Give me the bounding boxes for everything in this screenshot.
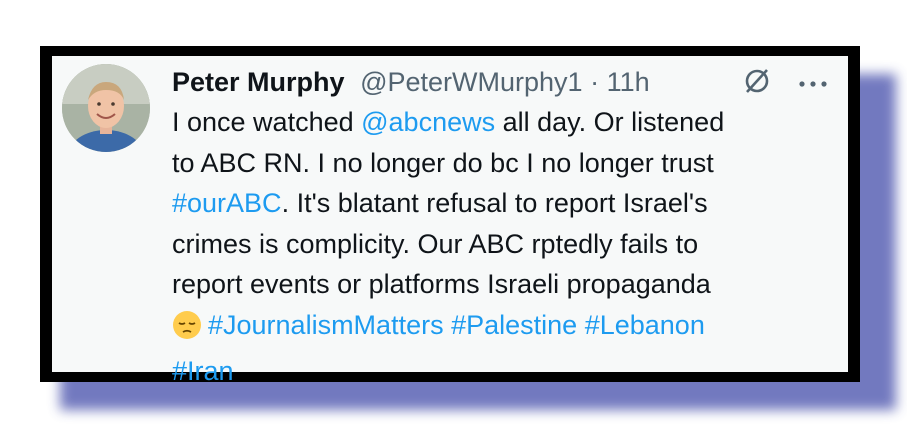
separator-dot: ·	[590, 67, 600, 97]
tweet-line: #ourABC. It's blatant refusal to report …	[172, 183, 822, 224]
avatar-photo	[62, 64, 150, 152]
tweet-header-actions	[742, 66, 828, 101]
author-avatar[interactable]	[62, 64, 150, 152]
tweet-body: I once watched @abcnews all day. Or list…	[172, 102, 822, 392]
tweet-line: #Iran	[172, 351, 822, 392]
tweet-line: report events or platforms Israeli propa…	[172, 264, 822, 305]
tweet-line: I once watched @abcnews all day. Or list…	[172, 102, 822, 143]
text-segment: crimes is complicity. Our ABC rptedly fa…	[172, 228, 699, 259]
author-name[interactable]: Peter Murphy	[172, 67, 345, 97]
text-segment: I once watched	[172, 107, 362, 137]
hashtag-link[interactable]: #ourABC	[172, 188, 282, 218]
more-dots-icon[interactable]	[798, 75, 828, 93]
text-segment: all day. Or listened	[495, 107, 725, 137]
tweet-time[interactable]: 11h	[607, 67, 650, 97]
author-handle[interactable]: @PeterWMurphy1	[360, 67, 582, 97]
tweet-header: Peter Murphy @PeterWMurphy1 · 11h	[172, 64, 650, 100]
tweet-card[interactable]: Peter Murphy @PeterWMurphy1 · 11h I once…	[52, 56, 848, 386]
tweet-line: crimes is complicity. Our ABC rptedly fa…	[172, 224, 822, 265]
tweet-line: to ABC RN. I no longer do bc I no longer…	[172, 143, 822, 184]
tweet-line: #JournalismMatters #Palestine #Lebanon	[172, 305, 822, 352]
hashtag-link[interactable]: #Lebanon	[585, 310, 705, 340]
hashtag-link[interactable]: #Iran	[172, 356, 234, 386]
text-segment: . It's blatant refusal to report Israel'…	[281, 188, 708, 218]
text-segment: report events or platforms Israeli propa…	[172, 269, 711, 299]
text-segment: to ABC RN. I no longer do bc I no longer…	[172, 147, 714, 178]
pensive-face-emoji	[172, 310, 202, 352]
mention-link[interactable]: @abcnews	[361, 107, 495, 137]
hashtag-link[interactable]: #JournalismMatters	[208, 310, 444, 340]
grok-slash-icon[interactable]	[742, 66, 772, 101]
hashtag-link[interactable]: #Palestine	[451, 310, 577, 340]
